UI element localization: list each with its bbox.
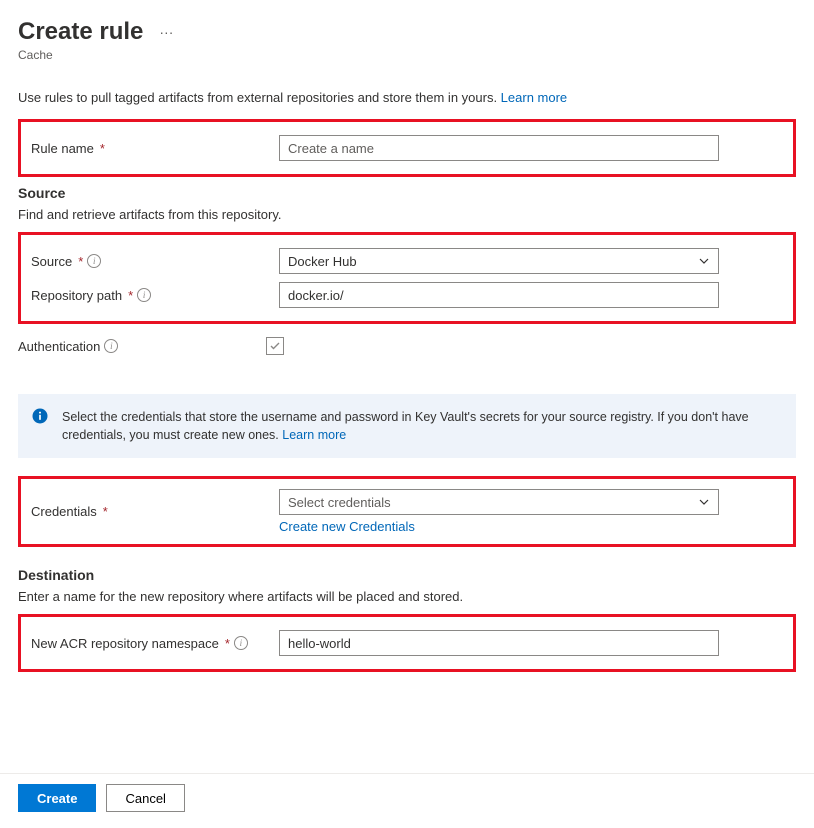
- credentials-group: Credentials * Select credentials Create …: [18, 476, 796, 547]
- credentials-info-banner: Select the credentials that store the us…: [18, 394, 796, 458]
- info-icon[interactable]: i: [87, 254, 101, 268]
- source-select-value: Docker Hub: [288, 254, 357, 269]
- info-icon: [32, 408, 48, 424]
- chevron-down-icon: [698, 255, 710, 267]
- auth-checkbox[interactable]: [266, 337, 284, 355]
- source-label: Source: [31, 254, 72, 269]
- repo-path-label: Repository path: [31, 288, 122, 303]
- page-title: Create rule: [18, 18, 143, 46]
- destination-section-title: Destination: [18, 567, 796, 583]
- source-section-title: Source: [18, 185, 796, 201]
- credentials-label: Credentials: [31, 504, 97, 519]
- intro-body: Use rules to pull tagged artifacts from …: [18, 90, 501, 105]
- required-indicator: *: [78, 254, 83, 269]
- check-icon: [269, 340, 281, 352]
- credentials-placeholder: Select credentials: [288, 495, 391, 510]
- dest-ns-label: New ACR repository namespace: [31, 636, 219, 651]
- auth-label: Authentication: [18, 339, 100, 354]
- rule-name-label: Rule name: [31, 141, 94, 156]
- required-indicator: *: [225, 636, 230, 651]
- source-group: Source * i Docker Hub Repository path * …: [18, 232, 796, 324]
- required-indicator: *: [100, 141, 105, 156]
- repo-path-input[interactable]: [279, 282, 719, 308]
- chevron-down-icon: [698, 496, 710, 508]
- context-subtitle: Cache: [18, 48, 796, 62]
- credentials-select[interactable]: Select credentials: [279, 489, 719, 515]
- banner-learn-more-link[interactable]: Learn more: [282, 428, 346, 442]
- destination-section-desc: Enter a name for the new repository wher…: [18, 589, 796, 604]
- source-section-desc: Find and retrieve artifacts from this re…: [18, 207, 796, 222]
- cancel-button[interactable]: Cancel: [106, 784, 184, 812]
- dest-ns-input[interactable]: [279, 630, 719, 656]
- info-icon[interactable]: i: [234, 636, 248, 650]
- intro-learn-more-link[interactable]: Learn more: [501, 90, 567, 105]
- destination-group: New ACR repository namespace * i: [18, 614, 796, 672]
- footer: Create Cancel: [0, 773, 814, 828]
- rule-name-group: Rule name *: [18, 119, 796, 177]
- rule-name-input[interactable]: [279, 135, 719, 161]
- info-icon[interactable]: i: [137, 288, 151, 302]
- intro-text: Use rules to pull tagged artifacts from …: [18, 90, 796, 105]
- more-icon[interactable]: ···: [155, 21, 177, 43]
- required-indicator: *: [128, 288, 133, 303]
- info-icon[interactable]: i: [104, 339, 118, 353]
- required-indicator: *: [103, 504, 108, 519]
- create-credentials-link[interactable]: Create new Credentials: [279, 519, 415, 534]
- banner-text: Select the credentials that store the us…: [62, 410, 749, 442]
- create-button[interactable]: Create: [18, 784, 96, 812]
- source-select[interactable]: Docker Hub: [279, 248, 719, 274]
